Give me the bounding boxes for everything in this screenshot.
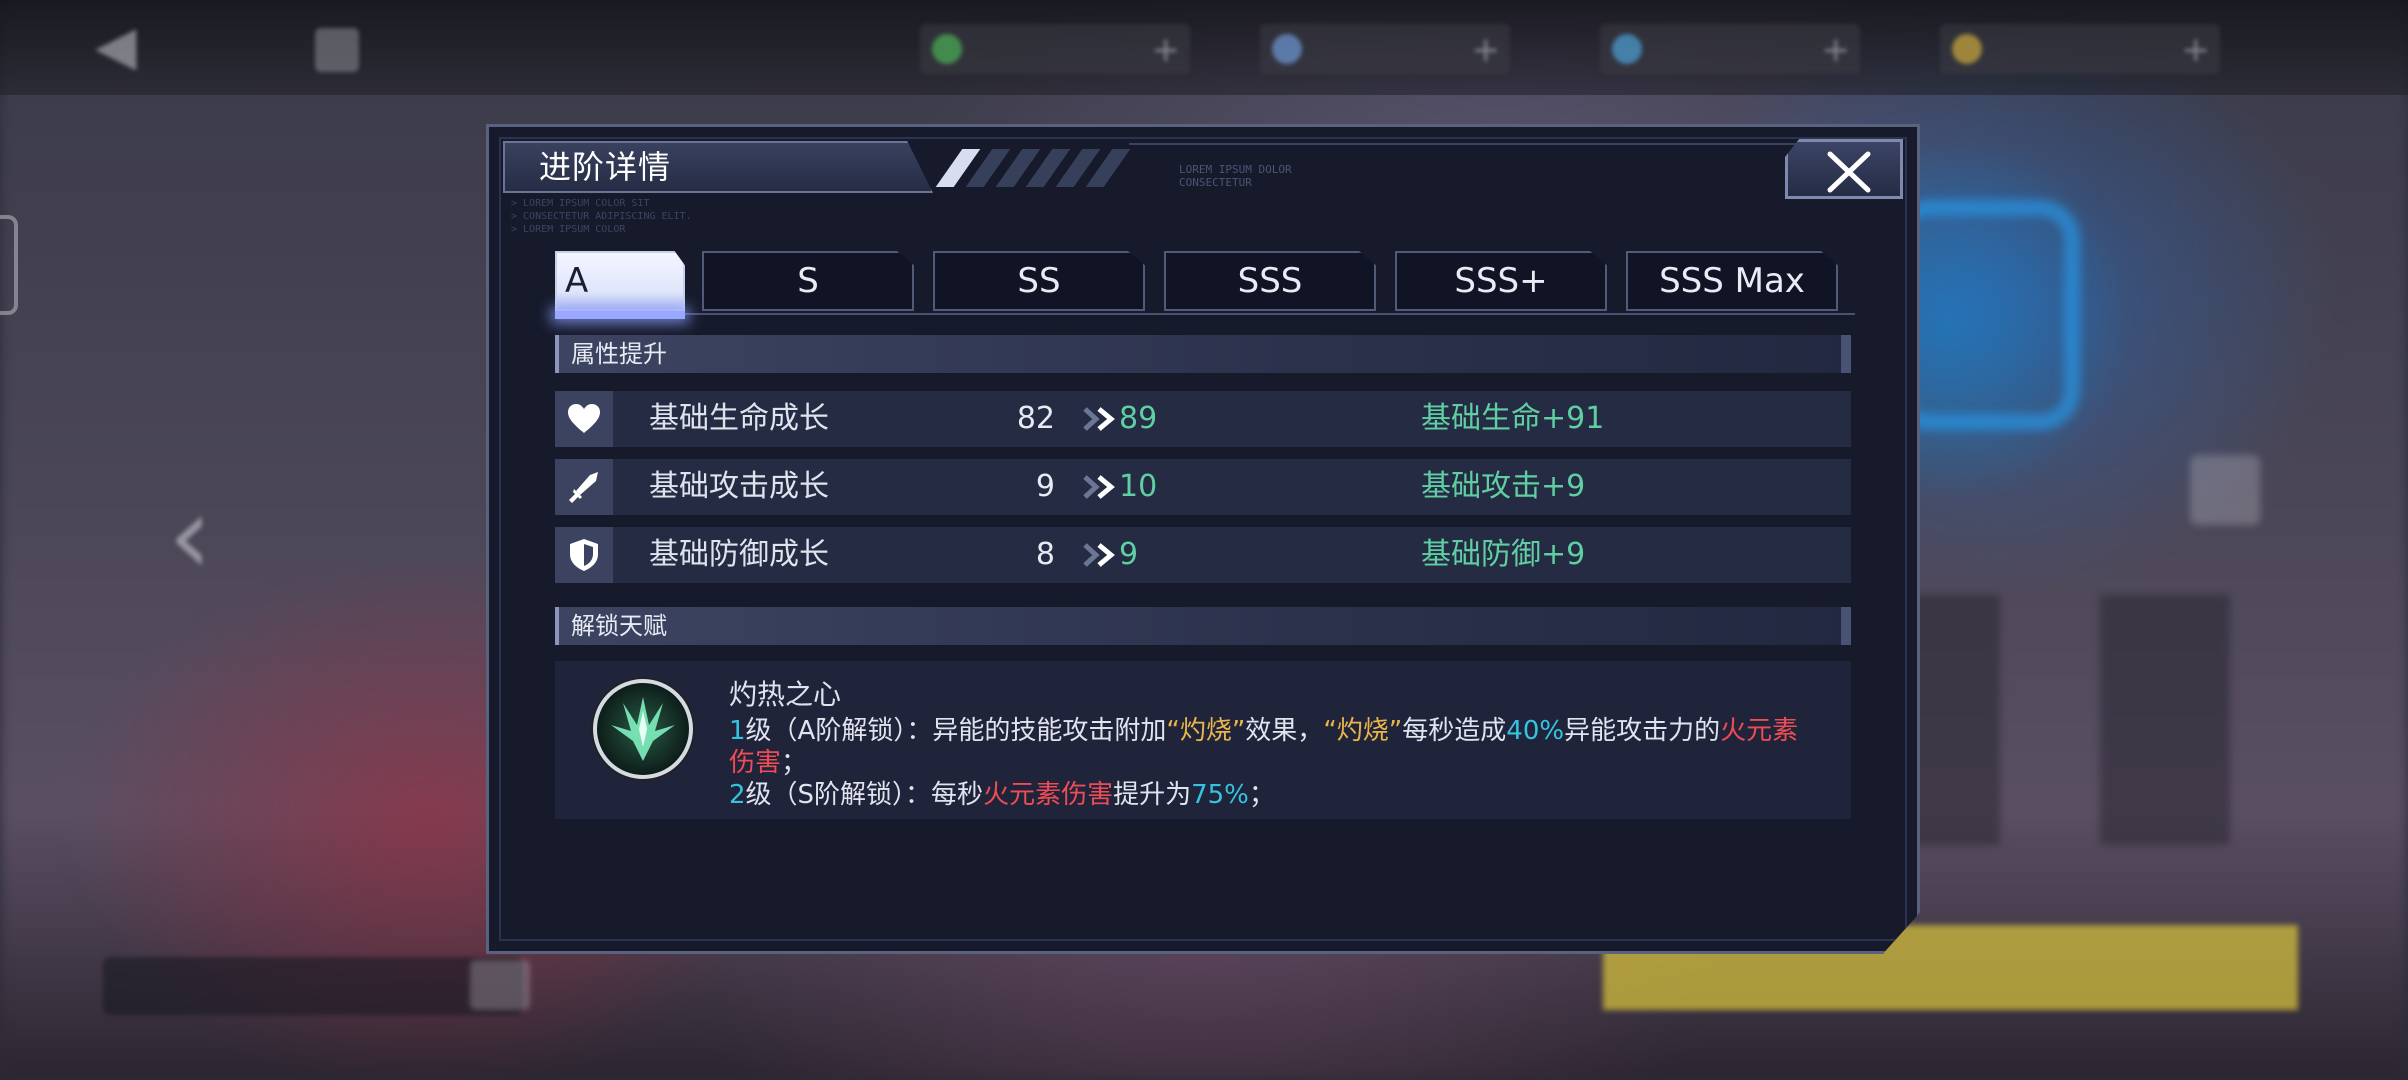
stat-new-value: 89	[1119, 401, 1158, 436]
flame-burst-icon	[611, 697, 675, 761]
sword-icon-box	[555, 459, 613, 515]
blurred-resource: +	[920, 24, 1190, 74]
stat-row-attack: 基础攻击成长 9 10 基础攻击+9	[555, 459, 1851, 515]
blurred-back-icon: ◀	[95, 14, 137, 77]
decor-line	[1129, 143, 1869, 145]
stat-name: 基础防御成长	[649, 537, 829, 572]
stat-name: 基础攻击成长	[649, 469, 829, 504]
tab-rank-s[interactable]: S	[702, 251, 914, 311]
stat-new-value: 10	[1119, 469, 1158, 504]
double-chevron-icon	[1083, 407, 1115, 431]
shield-icon	[570, 539, 598, 571]
talent-description: 1级（A阶解锁）：异能的技能攻击附加“灼烧”效果，“灼烧”每秒造成40%异能攻击…	[729, 715, 1819, 811]
blurred-side-icon	[2190, 455, 2260, 525]
blurred-side-panel	[2100, 595, 2230, 845]
blurred-top-bar: ◀ + + + +	[0, 0, 2408, 95]
blurred-resource: +	[1600, 24, 1860, 74]
stat-bonus: 基础防御+9	[1421, 537, 1586, 572]
attribute-section-header: 属性提升	[555, 335, 1851, 373]
heart-icon	[568, 404, 600, 433]
active-tab-glow	[555, 311, 685, 319]
dialog-title: 进阶详情	[539, 148, 672, 186]
tab-rank-a[interactable]: A	[555, 251, 685, 311]
decor-text: LOREM IPSUM DOLOR CONSECTETUR	[1179, 163, 1292, 189]
blurred-side-hex-icon	[0, 215, 18, 315]
stat-bonus: 基础攻击+9	[1421, 469, 1586, 504]
double-chevron-icon	[1083, 475, 1115, 499]
blurred-bottom-chip	[103, 957, 523, 1015]
tab-rank-ss[interactable]: SS	[933, 251, 1145, 311]
stat-new-value: 9	[1119, 537, 1139, 572]
talent-level-2-line: 2级（S阶解锁）：每秒火元素伤害提升为75%；	[729, 780, 1275, 810]
rank-tabs: A S SS SSS SSS+ SSS Max	[555, 251, 1845, 317]
stat-bonus: 基础生命+91	[1421, 401, 1605, 436]
tab-rank-sss-max[interactable]: SSS Max	[1626, 251, 1838, 311]
sword-icon	[569, 472, 598, 503]
tabs-divider	[555, 313, 1855, 315]
stat-row-defense: 基础防御成长 8 9 基础防御+9	[555, 527, 1851, 583]
blurred-bottom-icon	[470, 960, 530, 1010]
blurred-resource: +	[1260, 24, 1510, 74]
double-chevron-icon	[1083, 543, 1115, 567]
stat-old-value: 82	[1016, 401, 1055, 436]
decor-text: > LOREM IPSUM COLOR SIT > CONSECTETUR AD…	[511, 198, 692, 235]
talent-name: 灼热之心	[729, 678, 842, 711]
heart-icon-box	[555, 391, 613, 447]
close-icon	[1827, 151, 1871, 193]
blurred-home-icon	[315, 28, 359, 72]
blurred-prev-arrow-icon: ‹	[168, 471, 212, 599]
stat-name: 基础生命成长	[649, 401, 829, 436]
advance-details-dialog: 进阶详情 LOREM IPSUM DOLOR CONSECTETUR > LOR…	[486, 124, 1920, 954]
blurred-resource: +	[1940, 24, 2220, 74]
talent-card: 灼热之心 1级（A阶解锁）：异能的技能攻击附加“灼烧”效果，“灼烧”每秒造成40…	[555, 661, 1851, 819]
tab-rank-sss[interactable]: SSS	[1164, 251, 1376, 311]
talent-level-1-line: 1级（A阶解锁）：异能的技能攻击附加“灼烧”效果，“灼烧”每秒造成40%异能攻击…	[729, 716, 1799, 778]
stat-old-value: 9	[1035, 469, 1055, 504]
shield-icon-box	[555, 527, 613, 583]
tab-rank-sss-plus[interactable]: SSS+	[1395, 251, 1607, 311]
close-button[interactable]	[1785, 139, 1903, 199]
decor-stripes	[935, 149, 1139, 187]
stat-old-value: 8	[1035, 537, 1055, 572]
blurred-advance-button-label	[1900, 945, 2020, 985]
burning-heart-talent-icon	[593, 679, 693, 779]
stat-row-hp: 基础生命成长 82 89 基础生命+91	[555, 391, 1851, 447]
talent-section-header: 解锁天赋	[555, 607, 1851, 645]
